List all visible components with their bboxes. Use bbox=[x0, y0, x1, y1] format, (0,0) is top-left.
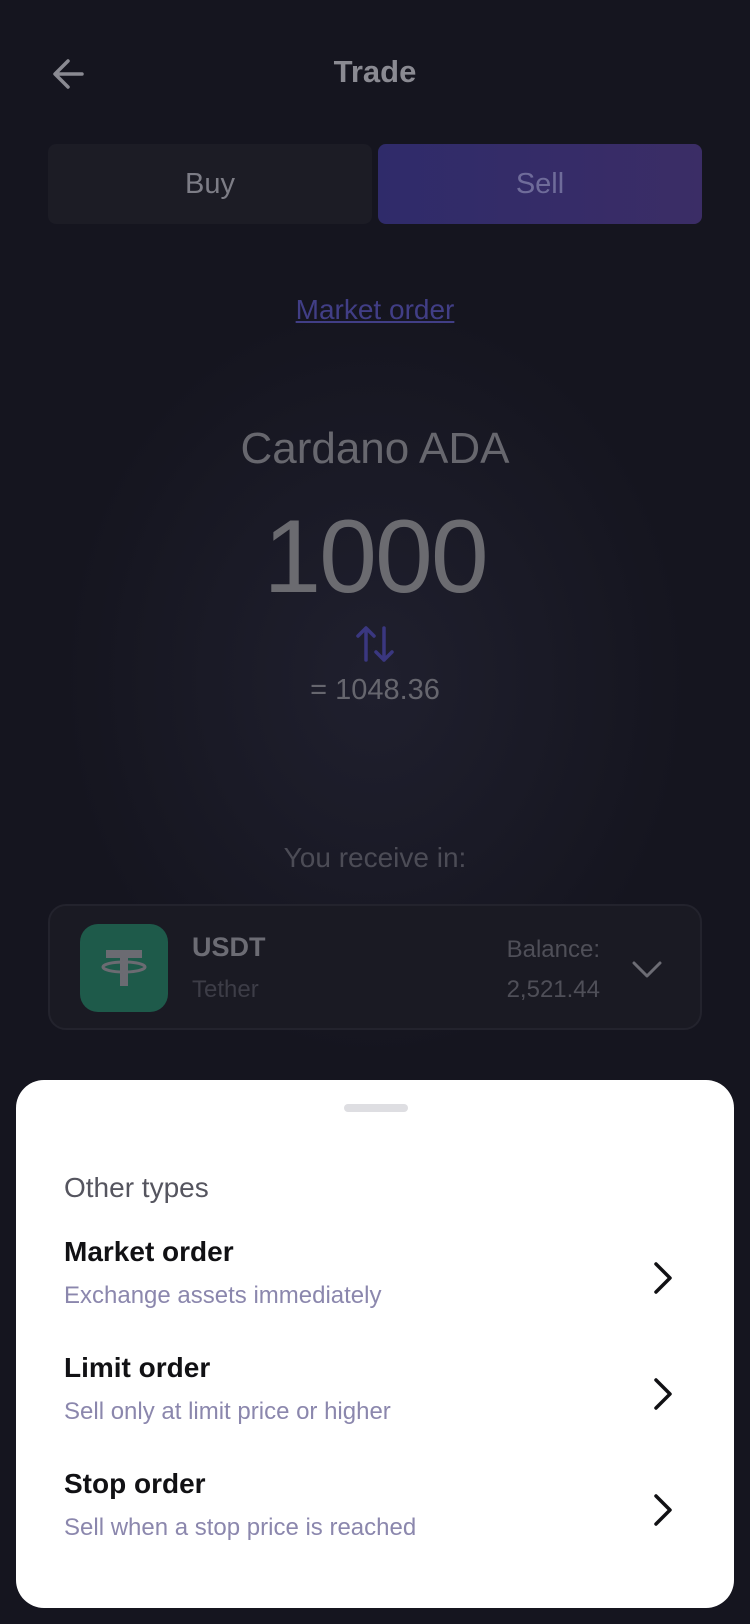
order-types-sheet: Other types Market order Exchange assets… bbox=[16, 1080, 734, 1608]
sheet-heading: Other types bbox=[64, 1172, 209, 1203]
currency-symbol: USDT bbox=[192, 932, 266, 962]
chevron-right-icon bbox=[654, 1494, 672, 1526]
amount-display[interactable]: 1000 bbox=[0, 498, 750, 617]
balance-value: 2,521.44 bbox=[506, 976, 600, 1003]
receive-label: You receive in: bbox=[283, 842, 467, 873]
header: Trade bbox=[0, 40, 750, 106]
sheet-drag-handle[interactable] bbox=[344, 1104, 408, 1112]
page-title: Trade bbox=[333, 54, 417, 89]
option-description: Sell when a stop price is reached bbox=[64, 1514, 417, 1541]
option-title: Limit order bbox=[64, 1352, 211, 1383]
currency-name: Tether bbox=[192, 976, 259, 1003]
converted-amount: = 1048.36 bbox=[310, 674, 440, 706]
trade-screen: Trade Buy Sell Market order Cardano ADA … bbox=[0, 0, 750, 1624]
option-stop-order[interactable]: Stop order Sell when a stop price is rea… bbox=[16, 1468, 734, 1568]
tether-symbol-icon bbox=[101, 950, 147, 986]
receive-currency-selector[interactable]: USDT Tether Balance: 2,521.44 bbox=[48, 904, 702, 1030]
option-limit-order[interactable]: Limit order Sell only at limit price or … bbox=[16, 1352, 734, 1452]
tab-buy[interactable]: Buy bbox=[48, 144, 372, 224]
order-type-link[interactable]: Market order bbox=[0, 294, 750, 326]
chevron-down-icon bbox=[632, 961, 662, 978]
chevron-right-icon bbox=[654, 1378, 672, 1410]
chevron-right-icon bbox=[654, 1262, 672, 1294]
buy-sell-toggle: Buy Sell bbox=[48, 144, 702, 224]
tab-sell[interactable]: Sell bbox=[378, 144, 702, 224]
option-description: Sell only at limit price or higher bbox=[64, 1398, 391, 1425]
tether-logo-icon bbox=[80, 924, 168, 1012]
asset-name: Cardano ADA bbox=[240, 424, 510, 473]
balance-label: Balance: bbox=[506, 936, 600, 963]
option-title: Stop order bbox=[64, 1468, 206, 1499]
option-description: Exchange assets immediately bbox=[64, 1282, 382, 1309]
option-market-order[interactable]: Market order Exchange assets immediately bbox=[16, 1236, 734, 1336]
swap-icon[interactable] bbox=[354, 622, 396, 666]
option-title: Market order bbox=[64, 1236, 234, 1267]
